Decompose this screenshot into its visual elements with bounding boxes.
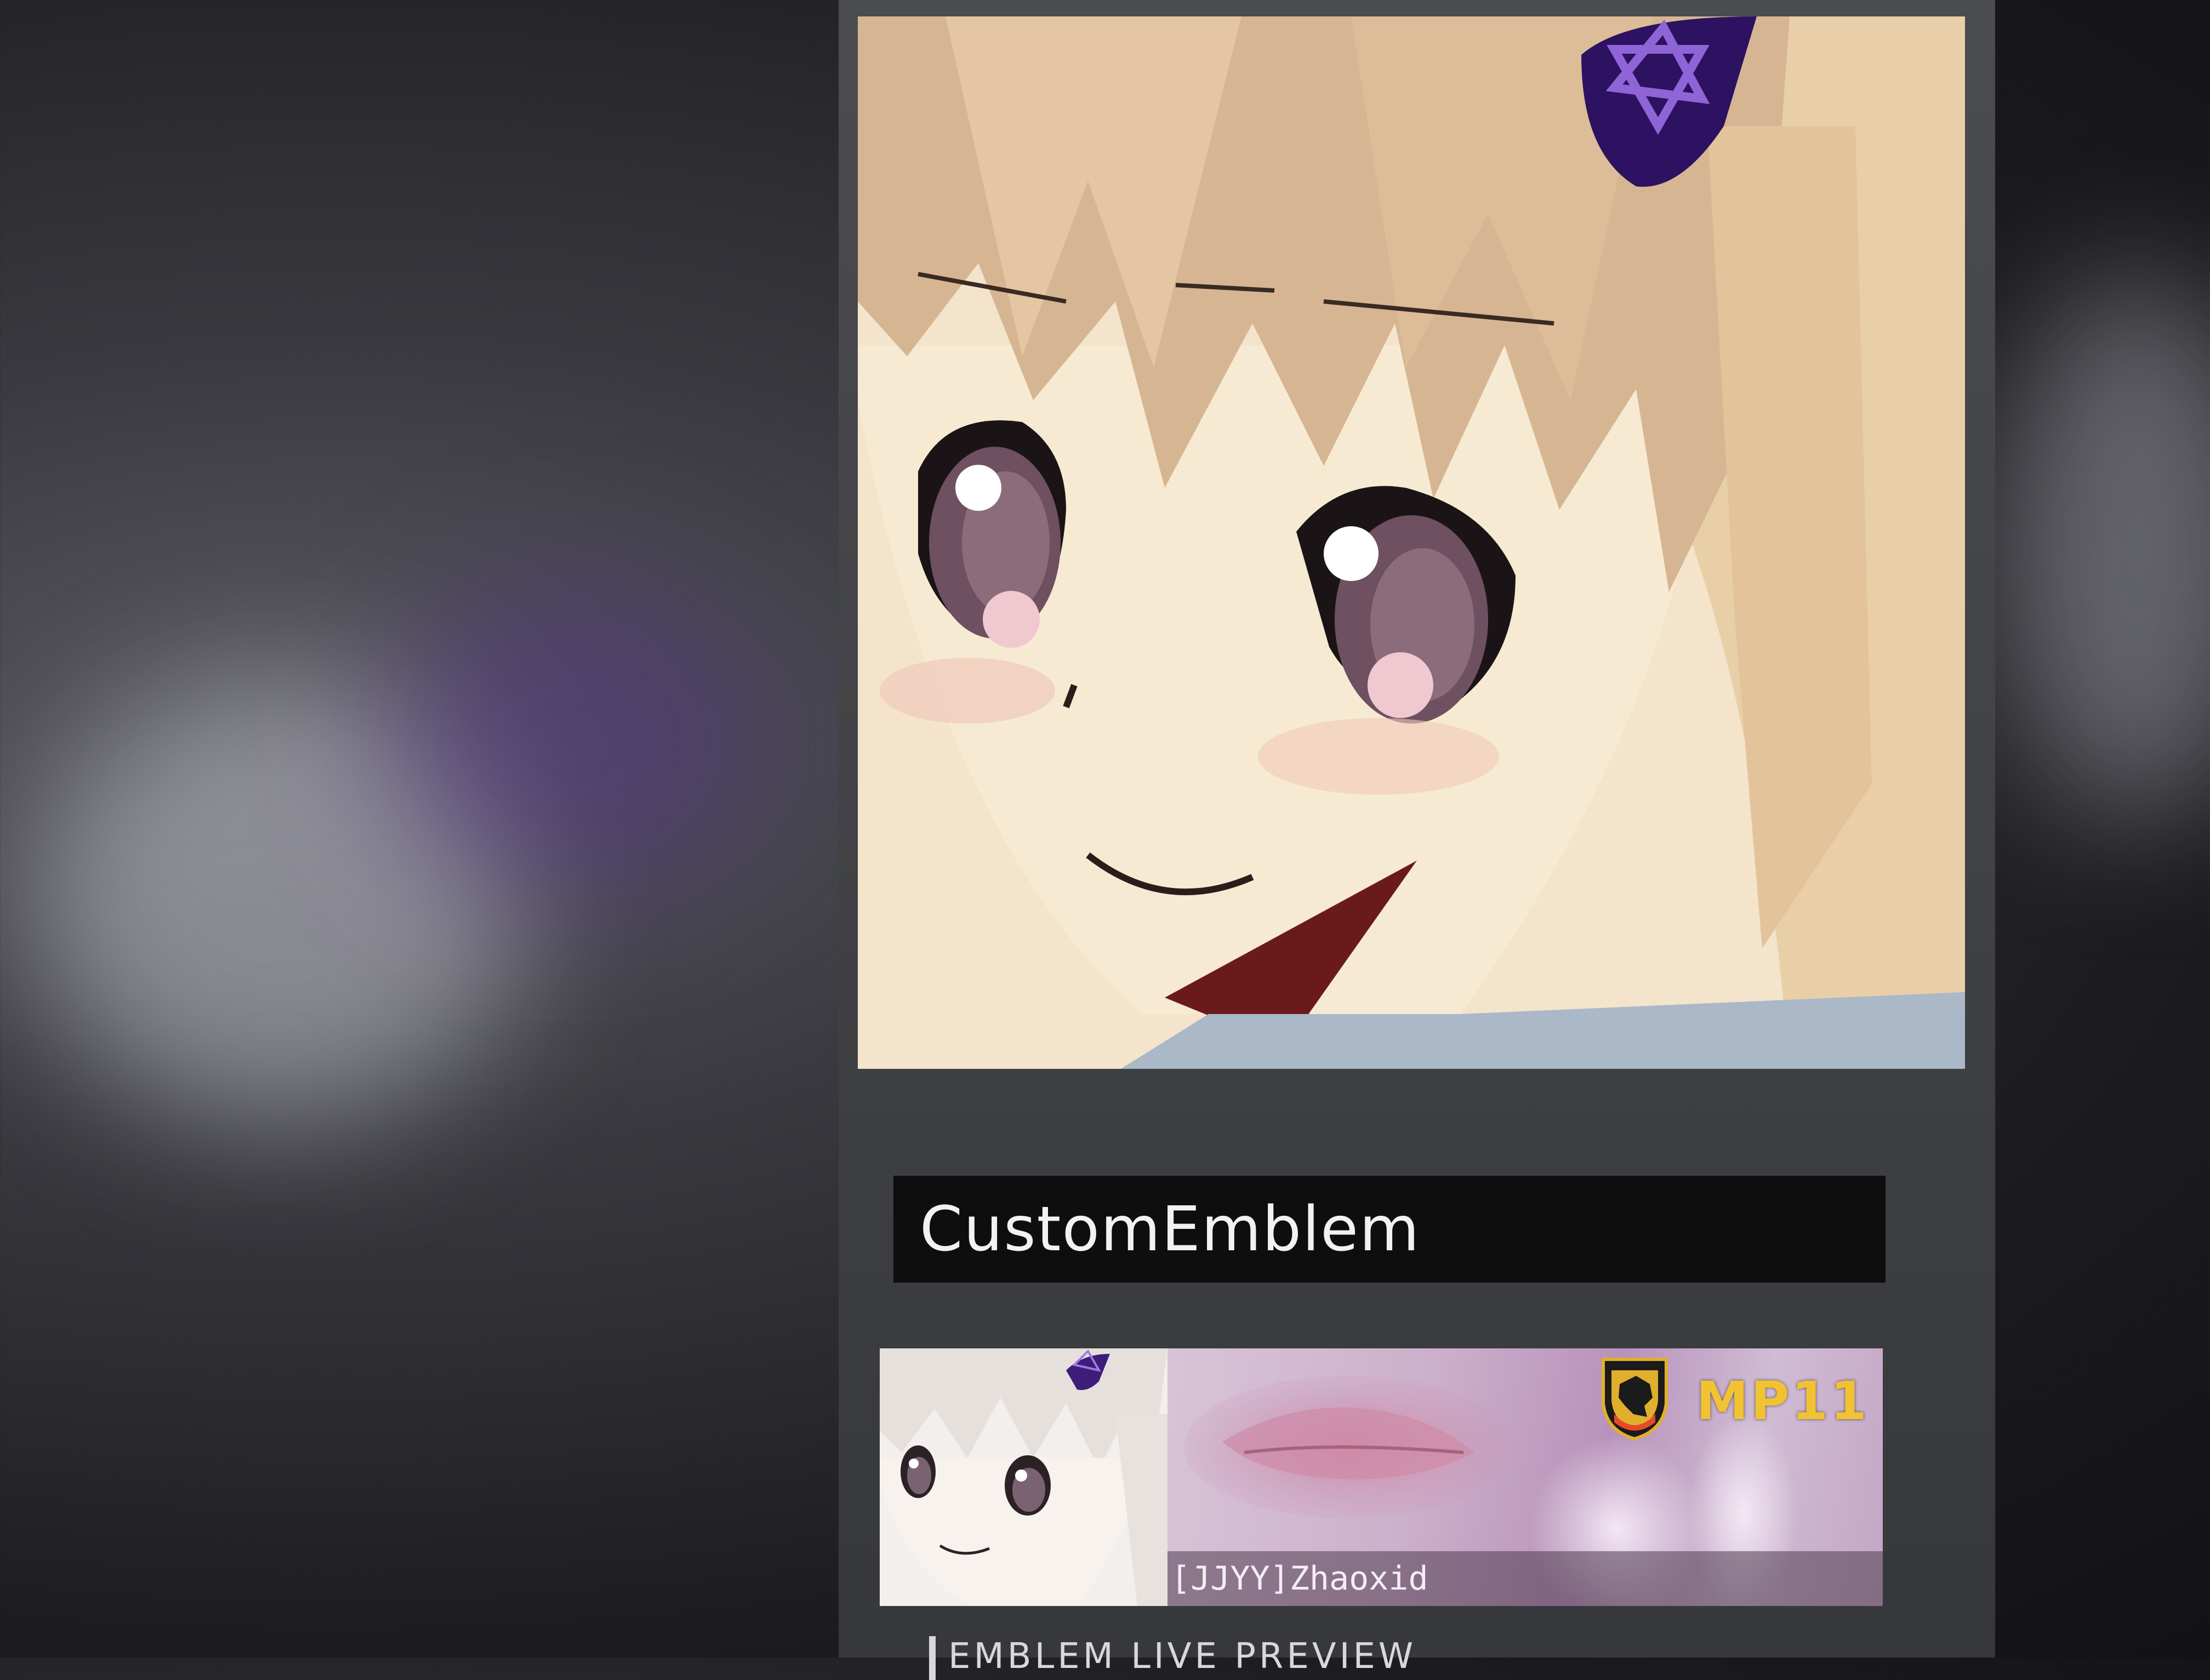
calling-card-emblem [880,1348,1167,1606]
background-glow-right [2001,274,2210,822]
emblem-large-preview [858,16,1965,1069]
wolf-shield-icon [1602,1358,1668,1441]
anime-girl-emblem-icon [880,1348,1167,1606]
anime-girl-emblem-icon [858,16,1965,1069]
player-name: [JJYY]Zhaoxid [1171,1559,1428,1598]
live-preview-label: EMBLEM LIVE PREVIEW [948,1636,1417,1677]
calling-card-preview: MP11 [JJYY]Zhaoxid [880,1348,1883,1606]
player-name-strip: [JJYY]Zhaoxid [1167,1551,1883,1606]
emblem-name-value: CustomEmblem [920,1193,1421,1265]
weapon-label: MP11 [1696,1370,1869,1432]
live-preview-heading: EMBLEM LIVE PREVIEW [948,1636,1416,1677]
emblem-name-field[interactable]: CustomEmblem [893,1176,1886,1283]
background-glow-purple [384,576,767,904]
section-marker [929,1636,936,1680]
